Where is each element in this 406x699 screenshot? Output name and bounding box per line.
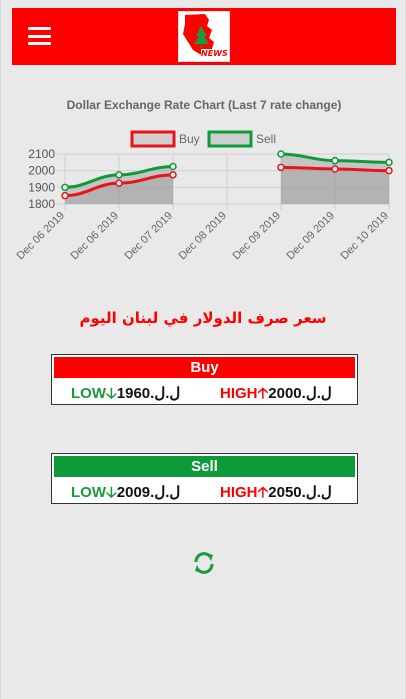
x-tick-label: Dec 09 2019: [285, 210, 338, 263]
data-point-sell: [277, 150, 285, 158]
buy-high-label: HIGH: [220, 385, 258, 402]
exchange-rate-chart: Dollar Exchange Rate Chart (Last 7 rate …: [1, 90, 406, 290]
y-tick-label: 2000: [28, 164, 55, 178]
x-tick-label: Dec 06 2019: [69, 210, 122, 263]
sell-high: HIGH🡡2050.ل.ل: [220, 482, 332, 507]
data-point-sell: [385, 158, 393, 167]
sell-high-value: 2050.ل.ل: [268, 484, 332, 501]
x-tick-label: Dec 09 2019: [231, 210, 284, 263]
sell-low-value: 2009.ل.ل: [116, 484, 181, 501]
chart-title: Dollar Exchange Rate Chart (Last 7 rate …: [67, 98, 342, 112]
arrow-up-icon: 🡡: [257, 484, 269, 501]
data-point-buy: [115, 179, 123, 187]
legend-label-buy: Buy: [179, 132, 200, 146]
refresh-icon[interactable]: [192, 551, 216, 575]
data-point-sell: [61, 183, 69, 192]
buy-low-value: 1960.ل.ل: [116, 385, 181, 402]
sell-rate-card: Sell LOW🡣2009.ل.ل HIGH🡡2050.ل.ل: [51, 453, 358, 504]
buy-high-value: 2000.ل.ل: [268, 385, 332, 402]
series-area-buy: [281, 167, 389, 204]
buy-low: LOW🡣1960.ل.ل: [71, 383, 180, 408]
y-tick-label: 2100: [28, 147, 55, 161]
legend-swatch-sell: [207, 130, 253, 148]
buy-low-label: LOW: [71, 385, 106, 402]
legend-swatch-buy: [130, 130, 176, 148]
data-point-buy: [61, 191, 69, 200]
y-tick-label: 1800: [28, 197, 55, 211]
logo-text: NEWS: [201, 49, 228, 58]
buy-high: HIGH🡡2000.ل.ل: [220, 383, 332, 408]
data-point-sell: [331, 156, 339, 165]
app-header: NEWS: [12, 8, 396, 65]
hamburger-menu-icon[interactable]: [28, 27, 51, 45]
legend-label-sell: Sell: [256, 132, 276, 146]
sell-low: LOW🡣2009.ل.ل: [71, 482, 180, 507]
arrow-up-icon: 🡡: [257, 385, 269, 402]
x-tick-label: Dec 10 2019: [339, 210, 392, 263]
x-tick-label: Dec 06 2019: [15, 210, 68, 263]
data-point-buy: [169, 171, 177, 179]
lebanon-news-logo[interactable]: NEWS: [178, 11, 230, 62]
arrow-down-icon: 🡣: [106, 385, 117, 402]
arabic-page-title: سعر صرف الدولار في لبنان اليوم: [79, 309, 327, 327]
data-point-buy: [331, 165, 339, 173]
sell-low-label: LOW: [71, 484, 106, 501]
sell-header: Sell: [54, 456, 355, 477]
data-point-buy: [277, 163, 285, 172]
data-point-sell: [169, 162, 177, 171]
x-tick-label: Dec 08 2019: [177, 210, 230, 263]
buy-header: Buy: [54, 357, 355, 378]
y-tick-label: 1900: [28, 180, 55, 194]
data-point-buy: [385, 166, 393, 175]
sell-high-label: HIGH: [220, 484, 258, 501]
arrow-down-icon: 🡣: [106, 484, 117, 501]
buy-rate-card: Buy LOW🡣1960.ل.ل HIGH🡡2000.ل.ل: [51, 354, 358, 405]
x-tick-label: Dec 07 2019: [123, 210, 176, 263]
data-point-sell: [115, 171, 123, 179]
